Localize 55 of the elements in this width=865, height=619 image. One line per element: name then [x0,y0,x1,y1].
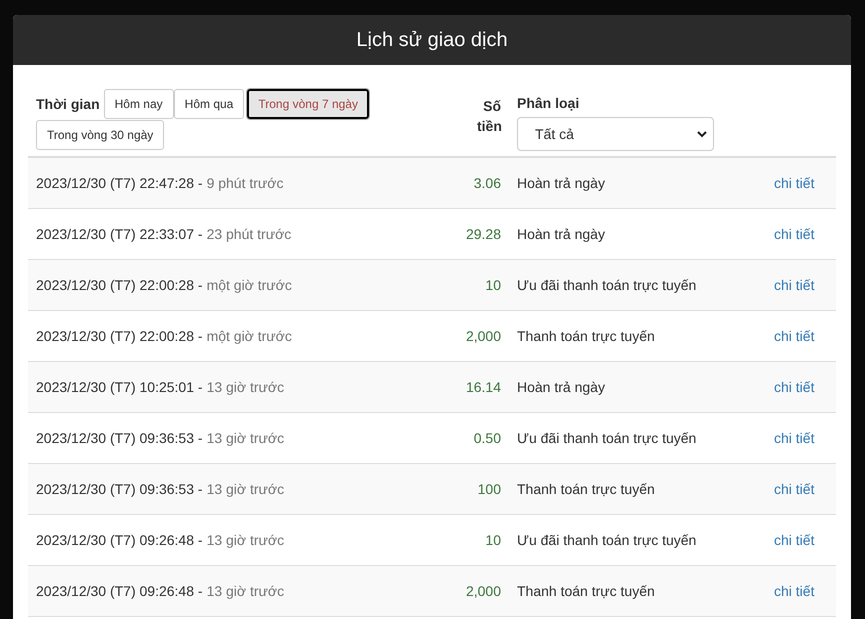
amount: 10 [485,530,501,550]
column-header: Phân loại [517,94,580,113]
details-link[interactable]: chi tiết [774,226,814,242]
transaction-time: 2023/12/30 (T7) 09:36:53 - [36,480,203,499]
transaction-type: Hoàn trả ngày [517,174,605,190]
transaction-type: Thanh toán trực tuyến [517,328,655,344]
transaction-time: 2023/12/30 (T7) 09:26:48 - [36,530,203,550]
transaction-time: 2023/12/30 (T7) 22:33:07 - [36,224,203,244]
amount: 0.50 [474,428,501,448]
relative-time: 13 giờ trước [206,582,284,601]
amount: 100 [478,480,501,498]
transaction-type: Hoàn trả ngày [517,378,605,394]
amount: 3.06 [474,174,501,192]
chevron-down-icon [697,130,707,138]
time-filter-button[interactable]: Hôm nay [104,89,174,119]
relative-time: 13 giờ trước [206,428,284,448]
category-select[interactable]: Tất cả [517,117,714,151]
details-link[interactable]: chi tiết [774,174,814,190]
transaction-type: Hoàn trả ngày [517,226,605,242]
transaction-type: Ưu đãi thanh toán trực tuyến [517,276,696,292]
details-link[interactable]: chi tiết [774,328,814,344]
relative-time: một giờ trước [206,326,292,346]
details-link[interactable]: chi tiết [774,276,814,292]
details-link[interactable]: chi tiết [774,430,814,446]
transaction-type: Thanh toán trực tuyến [517,582,655,598]
transaction-time: 2023/12/30 (T7) 09:26:48 - [36,582,203,601]
relative-time: 13 giờ trước [206,480,284,499]
amount: 10 [485,276,501,294]
relative-time: 13 giờ trước [206,530,284,550]
details-link[interactable]: chi tiết [774,378,814,394]
column-header: Số tiền [477,97,501,136]
time-filter-button[interactable]: Hôm qua [174,89,244,119]
transaction-time: 2023/12/30 (T7) 22:00:28 - [36,276,203,295]
amount: 16.14 [466,378,501,396]
time-filter-button[interactable]: Trong vòng 30 ngày [36,120,164,150]
transaction-type: Ưu đãi thanh toán trực tuyến [517,430,696,446]
relative-time: một giờ trước [206,276,292,295]
amount: 2,000 [466,326,501,346]
page-title: Lịch sử giao dịch [356,28,508,53]
transaction-time: 2023/12/30 (T7) 22:00:28 - [36,326,203,346]
relative-time: 13 giờ trước [206,378,284,397]
relative-time: 23 phút trước [206,224,292,244]
transaction-type: Ưu đãi thanh toán trực tuyến [517,532,696,548]
transaction-type: Thanh toán trực tuyến [517,480,655,496]
details-link[interactable]: chi tiết [774,480,814,496]
amount: 2,000 [466,582,501,600]
amount: 29.28 [466,224,501,244]
time-filter-button[interactable]: Trong vòng 7 ngày [247,89,369,119]
filter-label: Thời gian [36,94,100,114]
transaction-time: 2023/12/30 (T7) 09:36:53 - [36,428,203,448]
transaction-time: 2023/12/30 (T7) 22:47:28 - [36,174,203,193]
details-link[interactable]: chi tiết [774,582,814,598]
relative-time: 9 phút trước [206,174,284,193]
details-link[interactable]: chi tiết [774,532,814,548]
transaction-time: 2023/12/30 (T7) 10:25:01 - [36,378,203,397]
